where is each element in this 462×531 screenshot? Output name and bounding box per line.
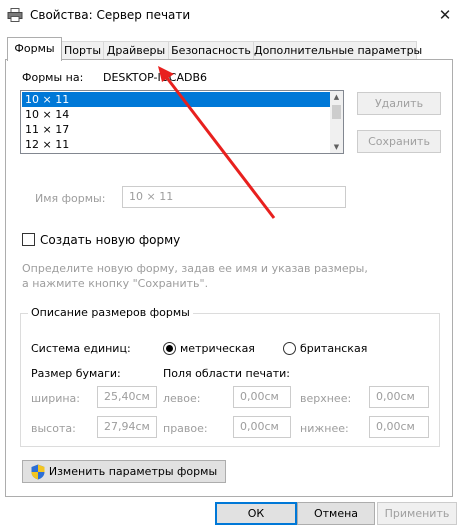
close-icon[interactable]: ✕ bbox=[431, 2, 459, 28]
forms-on-label: Формы на: bbox=[22, 71, 84, 84]
window-title: Свойства: Сервер печати bbox=[30, 8, 191, 22]
form-name-label: Имя формы: bbox=[35, 192, 106, 205]
width-label: ширина: bbox=[31, 392, 80, 405]
scroll-down-icon[interactable]: ▼ bbox=[330, 141, 343, 153]
forms-listbox[interactable]: 10 × 11 10 × 14 11 × 17 12 × 11 ▲ ▼ bbox=[20, 90, 344, 154]
hint-text: Определите новую форму, задав ее имя и у… bbox=[22, 262, 368, 290]
left-margin-label: левое: bbox=[163, 392, 201, 405]
change-form-settings-button[interactable]: Изменить параметры формы bbox=[22, 460, 226, 483]
height-label: высота: bbox=[31, 422, 76, 435]
units-label: Система единиц: bbox=[31, 342, 131, 355]
cancel-button[interactable]: Отмена bbox=[297, 502, 375, 525]
height-field[interactable]: 27,94см bbox=[97, 416, 157, 438]
tab-forms[interactable]: Формы bbox=[7, 37, 62, 61]
imperial-radio[interactable] bbox=[283, 342, 296, 355]
change-form-settings-label: Изменить параметры формы bbox=[48, 465, 218, 478]
save-button[interactable]: Сохранить bbox=[357, 130, 441, 153]
top-margin-label: верхнее: bbox=[300, 392, 352, 405]
create-new-form-label[interactable]: Создать новую форму bbox=[40, 233, 180, 247]
ok-button[interactable]: ОК bbox=[215, 502, 297, 525]
list-item[interactable]: 11 × 17 bbox=[22, 122, 330, 137]
form-name-field[interactable]: 10 × 11 bbox=[122, 186, 346, 208]
group-title: Описание размеров формы bbox=[28, 306, 193, 319]
list-item[interactable]: 10 × 11 bbox=[22, 92, 330, 107]
server-name: DESKTOP-IUCADB6 bbox=[103, 71, 208, 84]
paper-size-label: Размер бумаги: bbox=[31, 367, 121, 380]
tab-security[interactable]: Безопасность bbox=[168, 41, 254, 60]
list-item[interactable]: 10 × 14 bbox=[22, 107, 330, 122]
scroll-thumb[interactable] bbox=[332, 105, 341, 119]
print-area-label: Поля области печати: bbox=[163, 367, 290, 380]
delete-button[interactable]: Удалить bbox=[357, 92, 441, 115]
tab-drivers[interactable]: Драйверы bbox=[103, 41, 169, 60]
left-margin-field[interactable]: 0,00см bbox=[233, 386, 291, 408]
apply-button[interactable]: Применить bbox=[377, 502, 457, 525]
width-field[interactable]: 25,40см bbox=[97, 386, 157, 408]
right-margin-label: правое: bbox=[163, 422, 208, 435]
list-item[interactable]: 12 × 11 bbox=[22, 137, 330, 152]
metric-radio[interactable] bbox=[163, 342, 176, 355]
tab-ports[interactable]: Порты bbox=[61, 41, 104, 60]
top-margin-field[interactable]: 0,00см bbox=[369, 386, 429, 408]
bottom-margin-label: нижнее: bbox=[300, 422, 349, 435]
bottom-margin-field[interactable]: 0,00см bbox=[369, 416, 429, 438]
metric-label[interactable]: метрическая bbox=[180, 342, 255, 355]
uac-shield-icon bbox=[31, 464, 45, 480]
listbox-scrollbar[interactable]: ▲ ▼ bbox=[330, 91, 343, 153]
tab-advanced[interactable]: Дополнительные параметры bbox=[253, 41, 422, 60]
right-margin-field[interactable]: 0,00см bbox=[233, 416, 291, 438]
scroll-up-icon[interactable]: ▲ bbox=[330, 91, 343, 103]
create-new-form-checkbox[interactable] bbox=[22, 233, 35, 246]
imperial-label[interactable]: британская bbox=[300, 342, 367, 355]
printer-icon bbox=[7, 8, 23, 22]
radio-selected-dot bbox=[166, 345, 173, 352]
